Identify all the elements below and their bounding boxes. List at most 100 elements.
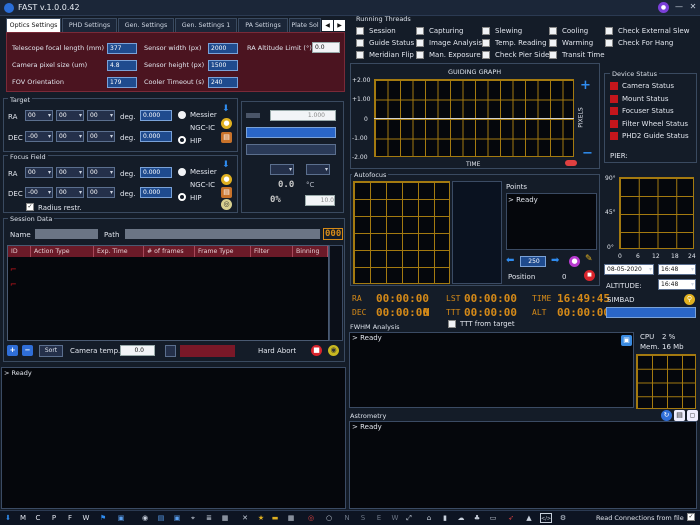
thread-session-checkbox[interactable]	[356, 27, 364, 35]
zoom-in-icon[interactable]: +	[580, 78, 591, 93]
thread-check-pier-side-checkbox[interactable]	[482, 51, 490, 59]
tab-scroll-left[interactable]: ◀	[322, 20, 333, 31]
target-down-arrow-icon[interactable]: ⬇	[222, 104, 230, 114]
taskbar-tree-icon[interactable]: ♣	[472, 513, 482, 523]
middle-value-2[interactable]: 10.0	[305, 195, 335, 206]
session-path-input[interactable]	[125, 229, 320, 239]
thread-man-exposure-checkbox[interactable]	[416, 51, 424, 59]
taskbar-grid-icon[interactable]: ▦	[286, 513, 296, 523]
tab-optics-settings[interactable]: Optics Settings	[6, 18, 61, 32]
read-connections-checkbox[interactable]: ✓	[687, 513, 695, 521]
taskbar-cloud-icon[interactable]: ☁	[456, 513, 466, 523]
close-button[interactable]: ✕	[686, 2, 700, 13]
focus-ra-minutes[interactable]: 00	[56, 167, 84, 178]
taskbar-c[interactable]: C	[33, 513, 43, 523]
ra-altitude-limit-input[interactable]: 0.0	[312, 42, 340, 53]
taskbar-list-icon[interactable]: ≣	[204, 513, 214, 523]
thread-check-external-slew-checkbox[interactable]	[605, 27, 613, 35]
step-input[interactable]: 250	[520, 256, 546, 267]
cooler-button[interactable]	[180, 345, 235, 357]
taskbar-folder2-icon[interactable]: ▬	[270, 513, 280, 523]
taskbar-lifebuoy-icon[interactable]: ◎	[306, 513, 316, 523]
focus-book-icon[interactable]: ▤	[221, 187, 232, 198]
autofocus-stop-icon[interactable]: ■	[584, 270, 595, 281]
thread-warming-checkbox[interactable]	[549, 39, 557, 47]
tab-phd-settings[interactable]: PHD Settings	[62, 18, 117, 32]
middle-select-1[interactable]	[246, 127, 336, 138]
target-lookup-icon[interactable]: ●	[221, 118, 232, 129]
thread-capturing-checkbox[interactable]	[416, 27, 424, 35]
taskbar-rocket-icon[interactable]: ➶	[506, 513, 516, 523]
target-ra-seconds[interactable]: 00	[87, 110, 115, 121]
astrometry-refresh-icon[interactable]: ↻	[661, 410, 672, 421]
thread-check-for-hang-checkbox[interactable]	[605, 39, 613, 47]
step-left-icon[interactable]: ⬅	[506, 255, 514, 266]
focus-down-arrow-icon[interactable]: ⬇	[222, 160, 230, 170]
hard-abort-button[interactable]: ■	[311, 345, 322, 356]
taskbar-gear-icon[interactable]: ⚙	[558, 513, 568, 523]
cooler-timeout-input[interactable]: 240	[208, 77, 238, 88]
focus-messier-radio[interactable]	[178, 168, 186, 176]
thread-meridian-flip-checkbox[interactable]	[356, 51, 364, 59]
tab-pa-settings[interactable]: PA Settings	[238, 18, 288, 32]
radius-restriction-checkbox[interactable]: ✓	[26, 203, 34, 211]
focus-hip-radio[interactable]	[178, 193, 186, 201]
focus-ra-deg-input[interactable]: 0.000	[140, 167, 172, 178]
camera-temp-set-button[interactable]	[165, 345, 176, 357]
camera-temp-input[interactable]: 0.0	[120, 345, 155, 356]
taskbar-code-icon[interactable]: </>	[540, 513, 552, 523]
taskbar-n[interactable]: N	[342, 513, 352, 523]
taskbar-f[interactable]: F	[65, 513, 75, 523]
taskbar-camera-icon[interactable]: ◉	[140, 513, 150, 523]
simbad-search-icon[interactable]: ⚲	[684, 294, 695, 305]
time-picker[interactable]: 16:48	[658, 264, 696, 275]
target-ra-deg-input[interactable]: 0.000	[140, 110, 172, 121]
taskbar-house-icon[interactable]: ⌂	[424, 513, 434, 523]
thread-guide-status-checkbox[interactable]	[356, 39, 364, 47]
sensor-height-input[interactable]: 1500	[208, 60, 238, 71]
taskbar-save-icon[interactable]: ▣	[116, 513, 126, 523]
taskbar-monitor-icon[interactable]: ▭	[488, 513, 498, 523]
sort-button[interactable]: Sort	[39, 345, 63, 357]
target-ra-minutes[interactable]: 00	[56, 110, 84, 121]
target-dec-minutes[interactable]: 00	[56, 131, 84, 142]
taskbar-circle-icon[interactable]: ○	[324, 513, 334, 523]
pixel-size-input[interactable]: 4.8	[107, 60, 137, 71]
focus-dec-seconds[interactable]: 00	[87, 187, 115, 198]
middle-select-2[interactable]	[246, 144, 336, 155]
focal-length-input[interactable]: 377	[107, 43, 137, 54]
taskbar-p[interactable]: P	[49, 513, 59, 523]
focus-lookup-icon[interactable]: ●	[221, 174, 232, 185]
thread-cooling-checkbox[interactable]	[549, 27, 557, 35]
autofocus-wand-icon[interactable]: ✎	[585, 254, 593, 264]
taskbar-flag-icon[interactable]: ⚑	[98, 513, 108, 523]
target-messier-radio[interactable]	[178, 111, 186, 119]
focus-ra-seconds[interactable]: 00	[87, 167, 115, 178]
taskbar-chart-icon[interactable]: ▲	[524, 513, 534, 523]
col-id[interactable]: ID	[8, 246, 31, 257]
taskbar-w[interactable]: W	[81, 513, 91, 523]
taskbar-chip-icon[interactable]: ▦	[220, 513, 230, 523]
tab-scroll-right[interactable]: ▶	[334, 20, 345, 31]
taskbar-w2[interactable]: W	[390, 513, 400, 523]
taskbar-star-icon[interactable]: ★	[256, 513, 266, 523]
target-hip-radio[interactable]	[178, 136, 186, 144]
add-action-button[interactable]: +	[7, 345, 18, 356]
focus-ra-hours[interactable]: 00	[25, 167, 53, 178]
zoom-out-icon[interactable]: −	[582, 146, 593, 161]
taskbar-scope-icon[interactable]: ⌖	[188, 513, 198, 523]
sensor-width-input[interactable]: 2000	[208, 43, 238, 54]
power-icon[interactable]: ◉	[328, 345, 339, 356]
date-picker[interactable]: 08-05-2020	[604, 264, 654, 275]
remove-action-button[interactable]: −	[22, 345, 33, 356]
col-binning[interactable]: Binning	[293, 246, 328, 257]
focus-dec-deg-input[interactable]: 0.000	[140, 187, 172, 198]
col-action-type[interactable]: Action Type	[31, 246, 94, 257]
tab-gen-settings-1[interactable]: Gen. Settings 1	[175, 18, 237, 32]
fov-orientation-input[interactable]: 179	[107, 77, 137, 88]
astrometry-doc-icon[interactable]: ▤	[674, 410, 685, 421]
middle-small-select-1[interactable]	[270, 164, 294, 175]
focus-dec-deg[interactable]: -00	[25, 187, 53, 198]
taskbar-folder-icon[interactable]: ▤	[156, 513, 166, 523]
session-table-scrollbar[interactable]	[329, 245, 343, 341]
